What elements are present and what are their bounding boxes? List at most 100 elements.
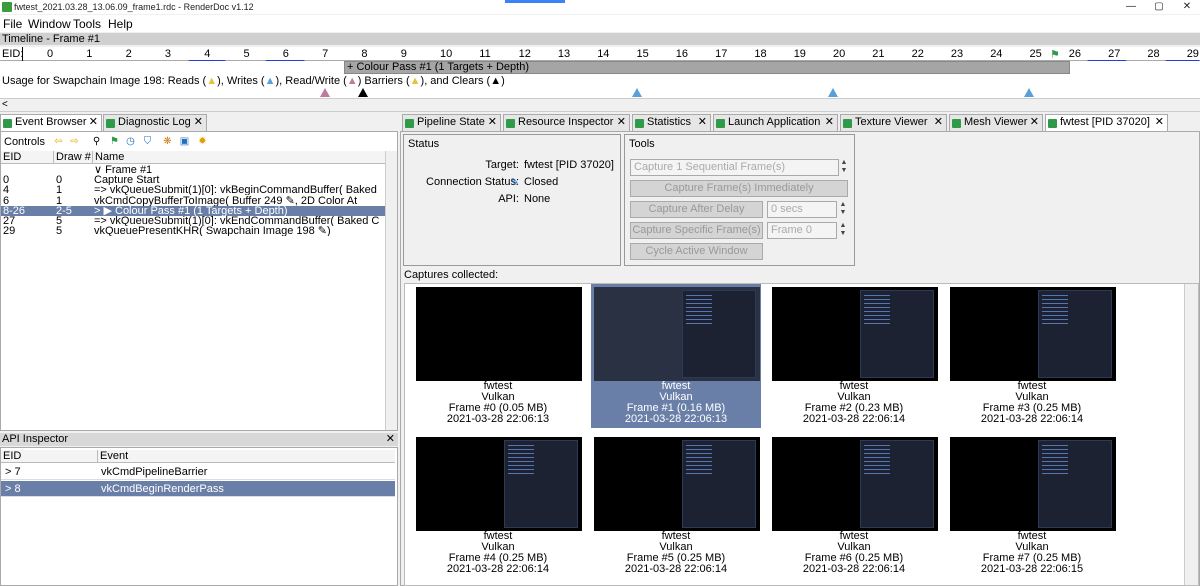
tab-mesh-viewer[interactable]: Mesh Viewer ✕	[949, 114, 1043, 131]
timeline-tick: 28	[1147, 48, 1160, 60]
frame-input[interactable]: Frame 0	[767, 222, 837, 239]
mesh-viewer-icon	[952, 119, 961, 128]
clear-marker-icon	[358, 88, 368, 97]
event-row[interactable]: 4 1 => vkQueueSubmit(1)[0]: vkBeginCommand…	[1, 185, 385, 195]
menu-help[interactable]: Help	[108, 17, 133, 31]
timeline-horizontal-scrollbar[interactable]: <	[0, 98, 1200, 112]
minimize-button[interactable]: —	[1117, 0, 1145, 14]
sequential-spinner[interactable]: ▲ ▼	[839, 159, 849, 176]
timeline-pass-row[interactable]: + Colour Pass #1 (1 Targets + Depth)	[0, 61, 1200, 75]
diagnostic-log-icon	[106, 119, 115, 128]
capture-item[interactable]: fwtest Vulkan Frame #7 (0.25 MB) 2021-03-28…	[947, 434, 1117, 578]
timeline-tick: 14	[597, 48, 610, 60]
colour-pass-bar[interactable]: + Colour Pass #1 (1 Targets + Depth)	[344, 61, 1070, 74]
maximize-button[interactable]: ▢	[1145, 0, 1173, 14]
column-draw[interactable]: Draw #	[54, 151, 93, 164]
filter-icon[interactable]: ❋	[162, 136, 173, 147]
event-eid-cell: 27	[3, 216, 16, 226]
capture-item[interactable]: fwtest Vulkan Frame #4 (0.25 MB) 2021-03-28…	[413, 434, 583, 578]
timeline-tick: 10	[440, 48, 453, 60]
close-icon[interactable]: ✕	[386, 433, 395, 446]
capture-thumbnail	[772, 437, 938, 531]
close-icon[interactable]: ✕	[825, 115, 834, 130]
capture-item[interactable]: fwtest Vulkan Frame #6 (0.25 MB) 2021-03-28…	[769, 434, 939, 578]
capture-time: 2021-03-28 22:06:15	[980, 563, 1084, 575]
settings-icon[interactable]: ✹	[197, 136, 208, 147]
close-icon[interactable]: ✕	[934, 115, 943, 130]
api-event-cell: vkCmdPipelineBarrier	[101, 466, 208, 478]
capture-specific-button[interactable]: Capture Specific Frame(s)	[630, 222, 763, 239]
tab-event-browser[interactable]: Event Browser ✕	[0, 114, 102, 131]
column-event[interactable]: Event	[98, 450, 395, 463]
capture-thumbnail	[772, 287, 938, 381]
event-row[interactable]: 6 1 vkCmdCopyBufferToImage( Buffer 249 ✎, …	[1, 196, 385, 206]
api-call-row[interactable]: > 8 vkCmdBeginRenderPass	[1, 481, 395, 497]
close-icon[interactable]: ✕	[488, 115, 497, 130]
timeline-tick: 12	[518, 48, 531, 60]
close-button[interactable]: ✕	[1173, 0, 1200, 14]
timeline-tick: 19	[793, 48, 806, 60]
close-icon[interactable]: ✕	[617, 115, 626, 130]
close-icon[interactable]: ✕	[194, 115, 203, 130]
tab-texture-viewer[interactable]: Texture Viewer ✕	[840, 114, 947, 131]
close-icon[interactable]: ✕	[1030, 115, 1039, 130]
capture-time: 2021-03-28 22:06:14	[980, 413, 1084, 425]
next-event-icon[interactable]: ⇨	[69, 136, 80, 147]
capture-time: 2021-03-28 22:06:14	[624, 563, 728, 575]
delay-spinner[interactable]: ▲ ▼	[838, 201, 848, 218]
timing-icon[interactable]: ◷	[125, 136, 136, 147]
tab-fwtest-connection[interactable]: fwtest [PID 37020] ✕	[1045, 114, 1168, 131]
timeline-tick: 6	[282, 48, 289, 60]
bookmark-icon[interactable]: ⛉	[142, 136, 153, 147]
event-row[interactable]: 29 5 vkQueuePresentKHR( Swapchain Image 19…	[1, 226, 385, 236]
tab-launch-application[interactable]: Launch Application ✕	[713, 114, 838, 131]
capture-item[interactable]: fwtest Vulkan Frame #5 (0.25 MB) 2021-03-28…	[591, 434, 761, 578]
event-draw-cell: 5	[56, 226, 63, 237]
find-icon[interactable]: ⚲	[91, 136, 102, 147]
tab-pipeline-state[interactable]: Pipeline State ✕	[402, 114, 501, 131]
capture-immediately-button[interactable]: Capture Frame(s) Immediately	[630, 180, 848, 197]
capture-item[interactable]: fwtest Vulkan Frame #0 (0.05 MB) 2021-03-28…	[413, 284, 583, 428]
event-browser-scrollbar[interactable]	[385, 151, 397, 430]
event-row[interactable]: 27 5 => vkQueueSubmit(1)[0]: vkEndCommandB…	[1, 216, 385, 226]
tab-statistics[interactable]: Statistics ✕	[632, 114, 711, 131]
api-call-row[interactable]: > 7 vkCmdPipelineBarrier	[1, 464, 395, 480]
close-icon[interactable]: ✕	[89, 115, 98, 130]
capture-item[interactable]: fwtest Vulkan Frame #2 (0.23 MB) 2021-03-28…	[769, 284, 939, 428]
capture-item[interactable]: fwtest Vulkan Frame #3 (0.25 MB) 2021-03-28…	[947, 284, 1117, 428]
timeline-tick: 29	[1186, 48, 1199, 60]
capture-sequential-input[interactable]: Capture 1 Sequential Frame(s)	[630, 159, 839, 176]
capture-item[interactable]: fwtest Vulkan Frame #1 (0.16 MB) 2021-03-28…	[591, 284, 761, 428]
capture-thumbnail	[416, 287, 582, 381]
event-eid-cell: 6	[3, 195, 10, 206]
column-eid[interactable]: EID	[1, 450, 98, 463]
tab-resource-inspector[interactable]: Resource Inspector ✕	[503, 114, 630, 131]
menu-tools[interactable]: Tools	[73, 17, 101, 31]
capture-after-delay-button[interactable]: Capture After Delay	[630, 201, 763, 218]
event-row[interactable]: ∨ Frame #1	[1, 165, 385, 175]
api-inspector-title: API Inspector ✕	[0, 433, 398, 446]
delay-input[interactable]: 0 secs	[767, 201, 837, 218]
close-icon[interactable]: ✕	[1155, 115, 1164, 130]
event-draw-cell: 0	[56, 175, 63, 186]
event-row[interactable]: 8-26 2-5 > ▶ Colour Pass #1 (1 Targets + D…	[1, 205, 385, 216]
column-name[interactable]: Name	[93, 151, 385, 164]
write-marker-icon	[632, 88, 642, 97]
timeline-eid-label: EID:	[2, 48, 24, 60]
save-icon[interactable]: ▣	[179, 136, 190, 147]
scroll-left-icon[interactable]: <	[2, 99, 8, 111]
captures-scrollbar[interactable]	[1184, 284, 1198, 585]
event-eid-cell: 0	[3, 175, 10, 186]
close-icon[interactable]: ✕	[698, 115, 707, 130]
column-eid[interactable]: EID	[1, 151, 54, 164]
connection-panel: Status Target: fwtest [PID 37020] Connec…	[400, 131, 1200, 586]
goto-icon[interactable]: ⚑	[109, 136, 120, 147]
event-row[interactable]: 0 0 Capture Start	[1, 175, 385, 185]
frame-spinner[interactable]: ▲ ▼	[838, 222, 848, 239]
menu-window[interactable]: Window	[28, 17, 71, 31]
timeline-eid-row[interactable]: EID: 0 1 2 3 4 5 6 7 8 9 10 11 12 13 14 15 16 17 18 19 20 21 2…	[0, 47, 1200, 70]
cycle-active-window-button[interactable]: Cycle Active Window	[630, 243, 763, 260]
menu-file[interactable]: File	[3, 17, 22, 31]
previous-event-icon[interactable]: ⇦	[53, 136, 64, 147]
tab-diagnostic-log[interactable]: Diagnostic Log ✕	[103, 114, 207, 131]
